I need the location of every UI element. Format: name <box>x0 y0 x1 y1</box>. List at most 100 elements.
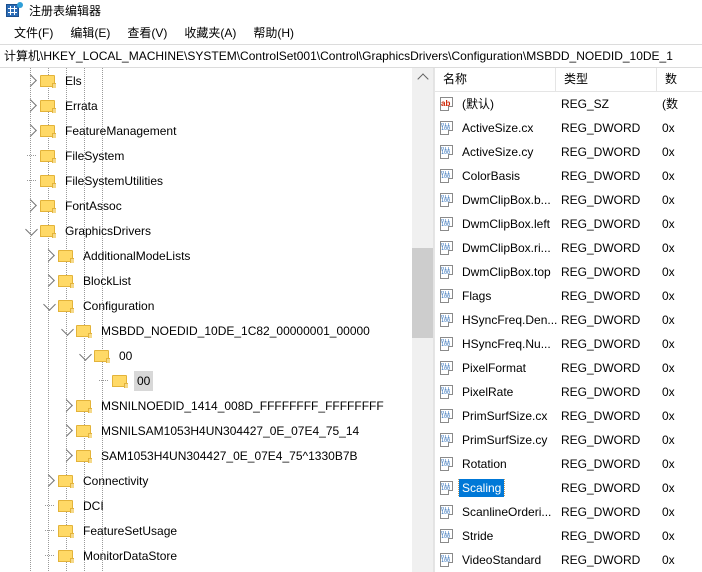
tree-node-label: Configuration <box>80 296 157 316</box>
value-name-cell: 011100HSyncFreq.Nu... <box>435 335 557 353</box>
chevron-down-icon[interactable] <box>76 343 94 368</box>
tree-node[interactable]: DCI <box>0 493 412 518</box>
tree-node[interactable]: MSBDD_NOEDID_10DE_1C82_00000001_00000 <box>0 318 412 343</box>
value-row[interactable]: 011100HSyncFreq.Den...REG_DWORD0x <box>435 308 702 332</box>
tree-node[interactable]: Configuration <box>0 293 412 318</box>
value-row[interactable]: ab(默认)REG_SZ(数 <box>435 92 702 116</box>
folder-icon <box>40 199 56 213</box>
list-rows-container: ab(默认)REG_SZ(数011100ActiveSize.cxREG_DWO… <box>434 92 702 572</box>
dword-value-icon: 011100 <box>439 193 455 208</box>
value-type: REG_DWORD <box>557 408 658 424</box>
dword-value-icon: 011100 <box>439 553 455 568</box>
tree-node[interactable]: Connectivity <box>0 468 412 493</box>
menu-file[interactable]: 文件(F) <box>6 23 62 43</box>
value-type: REG_DWORD <box>557 336 658 352</box>
chevron-right-icon[interactable] <box>40 243 58 268</box>
chevron-right-icon[interactable] <box>22 118 40 143</box>
chevron-right-icon[interactable] <box>22 93 40 118</box>
menu-help[interactable]: 帮助(H) <box>245 23 303 43</box>
scrollbar-thumb[interactable] <box>412 248 433 338</box>
tree-node[interactable]: FontAssoc <box>0 193 412 218</box>
dword-value-icon: 011100 <box>439 433 455 448</box>
value-name-cell: 011100DwmClipBox.left <box>435 215 557 233</box>
value-row[interactable]: 011100HSyncFreq.Nu...REG_DWORD0x <box>435 332 702 356</box>
chevron-right-icon[interactable] <box>58 393 76 418</box>
chevron-right-icon[interactable] <box>22 193 40 218</box>
dword-value-icon: 011100 <box>439 289 455 304</box>
menu-edit[interactable]: 编辑(E) <box>62 23 119 43</box>
dword-value-icon: 011100 <box>439 169 455 184</box>
tree-node[interactable]: FeatureSetUsage <box>0 518 412 543</box>
value-row[interactable]: 011100DwmClipBox.b...REG_DWORD0x <box>435 188 702 212</box>
value-row[interactable]: 011100PixelFormatREG_DWORD0x <box>435 356 702 380</box>
menu-view[interactable]: 查看(V) <box>119 23 176 43</box>
tree-node[interactable]: MonitorDataStore <box>0 543 412 568</box>
value-row[interactable]: 011100StrideREG_DWORD0x <box>435 524 702 548</box>
value-name: HSyncFreq.Nu... <box>459 335 554 353</box>
value-row[interactable]: 011100PrimSurfSize.cyREG_DWORD0x <box>435 428 702 452</box>
tree-node[interactable]: GraphicsDrivers <box>0 218 412 243</box>
tree-node[interactable]: FeatureManagement <box>0 118 412 143</box>
value-row[interactable]: 011100VideoStandardREG_DWORD0x <box>435 548 702 572</box>
value-type: REG_DWORD <box>557 528 658 544</box>
chevron-down-icon[interactable] <box>58 318 76 343</box>
registry-key-tree[interactable]: ElsErrataFeatureManagementFileSystemFile… <box>0 68 434 572</box>
value-name: Flags <box>459 287 494 305</box>
tree-node-stub <box>40 493 58 518</box>
folder-icon <box>58 474 74 488</box>
scroll-up-arrow-icon[interactable] <box>412 68 433 86</box>
value-row[interactable]: 011100ActiveSize.cxREG_DWORD0x <box>435 116 702 140</box>
menu-favorites[interactable]: 收藏夹(A) <box>176 23 245 43</box>
tree-node[interactable]: SAM1053H4UN304427_0E_07E4_75^1330B7B <box>0 443 412 468</box>
tree-node[interactable]: FileSystemUtilities <box>0 168 412 193</box>
tree-node[interactable]: AdditionalModeLists <box>0 243 412 268</box>
registry-value-list[interactable]: 名称 类型 数 ab(默认)REG_SZ(数011100ActiveSize.c… <box>434 68 702 572</box>
column-header-data[interactable]: 数 <box>657 68 702 91</box>
value-row[interactable]: 011100RotationREG_DWORD0x <box>435 452 702 476</box>
tree-node[interactable]: MSNILNOEDID_1414_008D_FFFFFFFF_FFFFFFFF <box>0 393 412 418</box>
tree-node[interactable]: Els <box>0 68 412 93</box>
value-row[interactable]: 011100ScalingREG_DWORD0x <box>435 476 702 500</box>
chevron-right-icon[interactable] <box>40 468 58 493</box>
window-title: 注册表编辑器 <box>29 0 101 22</box>
tree-node[interactable]: MSNILSAM1053H4UN304427_0E_07E4_75_14 <box>0 418 412 443</box>
value-row[interactable]: 011100ScanlineOrderi...REG_DWORD0x <box>435 500 702 524</box>
chevron-right-icon[interactable] <box>58 443 76 468</box>
tree-vertical-scrollbar[interactable] <box>412 68 433 572</box>
value-data: 0x <box>658 216 702 232</box>
value-row[interactable]: 011100PrimSurfSize.cxREG_DWORD0x <box>435 404 702 428</box>
value-type: REG_DWORD <box>557 168 658 184</box>
value-name: Rotation <box>459 455 510 473</box>
chevron-right-icon[interactable] <box>22 68 40 93</box>
chevron-down-icon[interactable] <box>22 218 40 243</box>
chevron-down-icon[interactable] <box>40 293 58 318</box>
value-row[interactable]: 011100DwmClipBox.topREG_DWORD0x <box>435 260 702 284</box>
column-header-type[interactable]: 类型 <box>556 68 657 91</box>
value-row[interactable]: 011100DwmClipBox.ri...REG_DWORD0x <box>435 236 702 260</box>
value-data: 0x <box>658 168 702 184</box>
value-row[interactable]: 011100DwmClipBox.leftREG_DWORD0x <box>435 212 702 236</box>
folder-icon <box>76 449 92 463</box>
value-name-cell: 011100 Flags <box>435 287 557 305</box>
value-row[interactable]: 011100ColorBasisREG_DWORD0x <box>435 164 702 188</box>
folder-icon <box>58 549 74 563</box>
value-row[interactable]: 011100PixelRateREG_DWORD0x <box>435 380 702 404</box>
tree-node[interactable]: FileSystem <box>0 143 412 168</box>
column-header-name[interactable]: 名称 <box>434 68 556 91</box>
value-row[interactable]: 011100FlagsREG_DWORD0x <box>435 284 702 308</box>
chevron-right-icon[interactable] <box>40 568 58 572</box>
folder-icon <box>76 324 92 338</box>
tree-node[interactable]: 00 <box>0 368 412 393</box>
value-row[interactable]: 011100ActiveSize.cyREG_DWORD0x <box>435 140 702 164</box>
address-bar[interactable]: 计算机\HKEY_LOCAL_MACHINE\SYSTEM\ControlSet… <box>0 44 702 68</box>
tree-node[interactable]: 00 <box>0 343 412 368</box>
chevron-right-icon[interactable] <box>40 268 58 293</box>
tree-node[interactable]: ScaleFactors <box>0 568 412 572</box>
tree-node[interactable]: Errata <box>0 93 412 118</box>
value-data: 0x <box>658 480 702 496</box>
tree-node[interactable]: BlockList <box>0 268 412 293</box>
value-data: 0x <box>658 504 702 520</box>
value-type: REG_DWORD <box>557 192 658 208</box>
tree-node-label: BlockList <box>80 271 134 291</box>
chevron-right-icon[interactable] <box>58 418 76 443</box>
